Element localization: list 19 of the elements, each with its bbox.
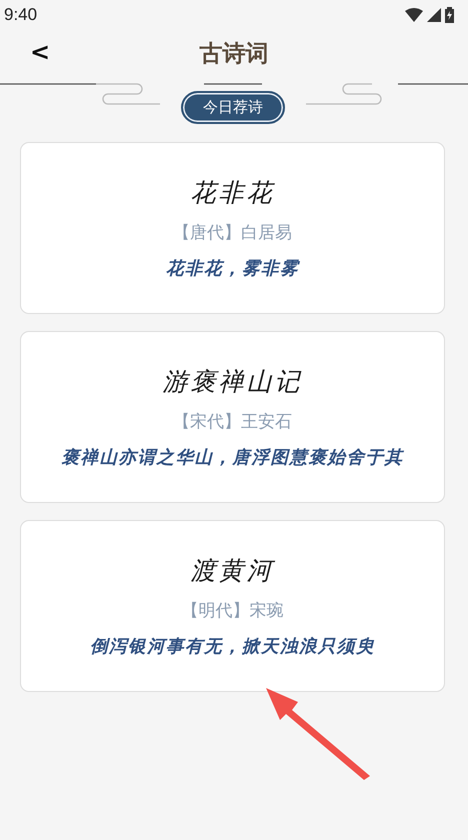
poem-title: 游褒禅山记	[162, 366, 302, 398]
wifi-icon	[405, 8, 423, 22]
today-poem-badge: 今日荐诗	[181, 91, 285, 124]
poem-title: 渡黄河	[190, 555, 274, 587]
status-time: 9:40	[4, 5, 38, 25]
poem-line: 花非花，雾非雾	[166, 258, 299, 280]
poem-line: 倒泻银河事有无，掀天浊浪只须臾	[90, 636, 375, 658]
page-title: 古诗词	[200, 40, 268, 68]
poem-card[interactable]: 游褒禅山记 【宋代】王安石 褒禅山亦谓之华山，唐浮图慧褒始舍于其	[20, 331, 445, 503]
poem-line: 褒禅山亦谓之华山，唐浮图慧褒始舍于其	[62, 446, 404, 469]
poem-author: 【明代】宋琬	[182, 600, 284, 622]
signal-icon	[427, 8, 441, 22]
poem-author: 【宋代】王安石	[173, 411, 292, 433]
battery-icon	[445, 7, 454, 23]
poem-card[interactable]: 花非花 【唐代】白居易 花非花，雾非雾	[20, 142, 445, 314]
poem-author: 【唐代】白居易	[173, 222, 292, 244]
back-button[interactable]: <	[26, 38, 54, 66]
poem-title: 花非花	[190, 177, 274, 209]
poem-card[interactable]: 渡黄河 【明代】宋琬 倒泻银河事有无，掀天浊浪只须臾	[20, 520, 445, 692]
